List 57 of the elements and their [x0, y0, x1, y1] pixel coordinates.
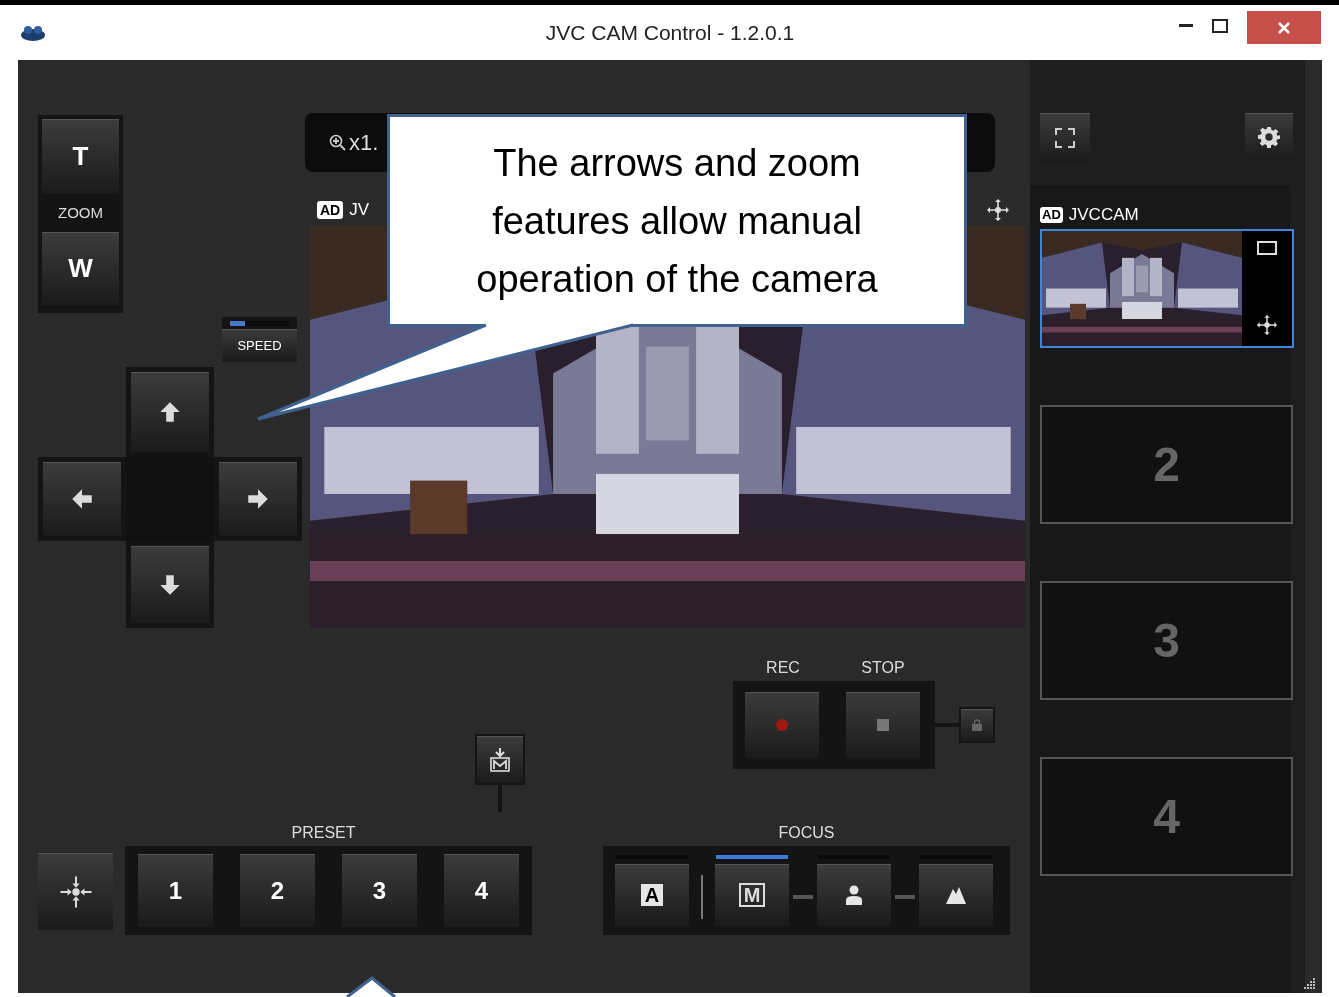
memory-save-button[interactable] — [475, 734, 525, 785]
stop-icon — [877, 719, 889, 731]
home-position-icon — [58, 874, 93, 909]
pan-up-button[interactable] — [131, 372, 209, 452]
settings-icon — [1258, 126, 1280, 148]
resize-grip-icon — [1302, 976, 1316, 990]
focus-manual-label: M — [738, 883, 766, 907]
mountain-icon — [946, 886, 966, 904]
pan-right-button[interactable] — [219, 462, 297, 536]
preset-button[interactable]: 4 — [444, 854, 519, 927]
zoom-icon — [329, 133, 347, 152]
app-icon — [20, 23, 46, 42]
callout-text: The arrows and zoom features allow manual operation of the camera — [475, 140, 879, 302]
camera-name: JVCCAM — [1068, 204, 1139, 227]
ad-badge: AD — [1040, 207, 1063, 223]
move-icon — [986, 198, 1010, 222]
focus-mode-button[interactable] — [817, 864, 891, 926]
preset-button[interactable]: 3 — [342, 854, 417, 927]
minimize-icon — [1179, 24, 1193, 28]
memory-save-icon — [489, 747, 511, 772]
lock-button[interactable] — [959, 707, 995, 743]
maximize-icon — [1212, 19, 1228, 33]
record-icon — [775, 718, 789, 732]
stop-label: STOP — [860, 658, 906, 678]
focus-label: FOCUS — [778, 823, 835, 843]
slot-number: 2 — [1153, 436, 1180, 493]
preset-button[interactable]: 2 — [240, 854, 315, 927]
rec-label: REC — [765, 658, 801, 678]
close-icon — [1277, 20, 1291, 35]
frame-icon — [1257, 241, 1277, 255]
lock-icon — [972, 719, 982, 731]
ad-badge: AD — [317, 201, 344, 219]
move-icon — [1256, 314, 1278, 336]
stop-button[interactable] — [846, 692, 920, 758]
slot-number: 3 — [1153, 612, 1180, 669]
window-title: JVC CAM Control - 1.2.0.1 — [544, 19, 796, 46]
focus-mode-button[interactable] — [919, 864, 993, 926]
focus-mode-button[interactable]: A — [615, 864, 689, 926]
preset-label: PRESET — [291, 823, 356, 843]
person-icon — [846, 885, 862, 905]
preset-button[interactable]: 1 — [138, 854, 213, 927]
zoom-label: ZOOM — [57, 202, 104, 223]
fullscreen-icon — [1053, 126, 1077, 150]
camera-thumbnail[interactable] — [1040, 229, 1294, 348]
close-button[interactable] — [1247, 11, 1321, 44]
focus-auto-label: A — [640, 884, 664, 906]
pan-left-button[interactable] — [43, 462, 121, 536]
slot-number: 4 — [1153, 788, 1180, 845]
speed-control[interactable]: SPEED — [222, 317, 297, 362]
zoom-readout: x1. — [349, 129, 379, 157]
pan-down-button[interactable] — [131, 546, 209, 623]
focus-mode-button[interactable]: M — [715, 864, 789, 926]
zoom-wide-button[interactable]: W — [42, 232, 119, 305]
zoom-tele-button[interactable]: T — [42, 119, 119, 194]
speed-label: SPEED — [222, 329, 297, 362]
home-position-button[interactable] — [38, 853, 113, 930]
camera-label: JV — [349, 199, 370, 222]
